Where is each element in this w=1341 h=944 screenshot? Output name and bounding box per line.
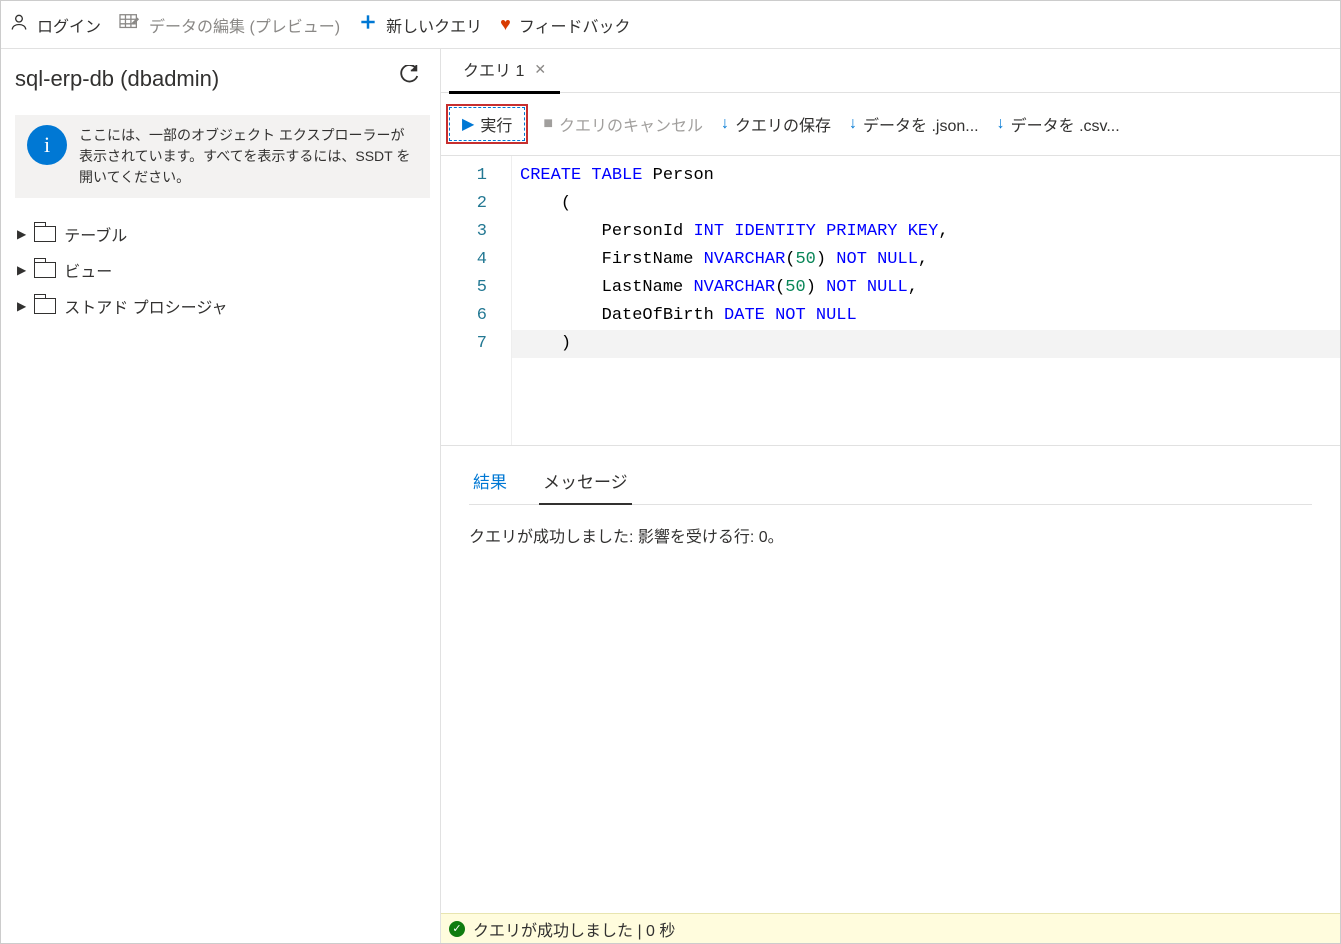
query-tabs: クエリ 1 ✕: [441, 49, 1340, 93]
export-json-button[interactable]: ↓ データを .json...: [849, 112, 979, 136]
code-line[interactable]: FirstName NVARCHAR(50) NOT NULL,: [512, 246, 1340, 274]
user-icon: [9, 12, 29, 37]
caret-right-icon: ▶: [17, 263, 26, 277]
code-line[interactable]: CREATE TABLE Person: [512, 162, 1340, 190]
heart-icon: ♥: [500, 14, 511, 35]
result-message: クエリが成功しました: 影響を受ける行: 0。: [469, 523, 1312, 547]
tree-item-label: テーブル: [64, 222, 127, 246]
cancel-query-button: ■ クエリのキャンセル: [543, 112, 703, 136]
code-line[interactable]: LastName NVARCHAR(50) NOT NULL,: [512, 274, 1340, 302]
tab-query-1[interactable]: クエリ 1 ✕: [449, 47, 560, 94]
tree-item[interactable]: ▶ ビュー: [15, 252, 430, 288]
tab-messages[interactable]: メッセージ: [539, 460, 632, 505]
info-icon: i: [27, 125, 67, 165]
query-action-bar: ▶ 実行 ■ クエリのキャンセル ↓ クエリの保存 ↓ データを .json..…: [441, 93, 1340, 156]
tab-results[interactable]: 結果: [469, 460, 511, 504]
top-toolbar: ログイン データの編集 (プレビュー) 新しいクエリ ♥ フィードバック: [1, 1, 1340, 49]
tree-item[interactable]: ▶ ストアド プロシージャ: [15, 288, 430, 324]
code-line[interactable]: (: [512, 190, 1340, 218]
database-title: sql-erp-db (dbadmin): [15, 66, 219, 92]
object-tree: ▶ テーブル ▶ ビュー ▶ ストアド プロシージャ: [15, 216, 430, 324]
save-label: クエリの保存: [735, 112, 831, 136]
sidebar: sql-erp-db (dbadmin) i ここには、一部のオブジェクト エク…: [1, 49, 441, 943]
code-line[interactable]: PersonId INT IDENTITY PRIMARY KEY,: [512, 218, 1340, 246]
refresh-button[interactable]: [398, 65, 430, 93]
folder-icon: [34, 298, 56, 314]
export-json-label: データを .json...: [863, 112, 979, 136]
download-icon: ↓: [997, 115, 1005, 133]
info-text: ここには、一部のオブジェクト エクスプローラーが表示されています。すべてを表示す…: [79, 125, 418, 188]
run-label: 実行: [480, 112, 512, 136]
sidebar-header: sql-erp-db (dbadmin): [15, 65, 430, 93]
status-bar: ✓ クエリが成功しました | 0 秒: [441, 913, 1340, 943]
cancel-label: クエリのキャンセル: [559, 112, 703, 136]
editor-code[interactable]: CREATE TABLE Person ( PersonId INT IDENT…: [511, 156, 1340, 445]
save-query-button[interactable]: ↓ クエリの保存: [721, 112, 831, 136]
results-pane: 結果 メッセージ クエリが成功しました: 影響を受ける行: 0。: [441, 446, 1340, 913]
sql-editor[interactable]: 1234567 CREATE TABLE Person ( PersonId I…: [441, 156, 1340, 446]
caret-right-icon: ▶: [17, 227, 26, 241]
export-csv-label: データを .csv...: [1011, 112, 1120, 136]
caret-right-icon: ▶: [17, 299, 26, 313]
right-pane: クエリ 1 ✕ ▶ 実行 ■ クエリのキャンセル ↓ クエリの保存 ↓ データを…: [441, 49, 1340, 943]
folder-icon: [34, 226, 56, 242]
tab-label: クエリ 1: [463, 57, 524, 81]
stop-icon: ■: [543, 115, 553, 133]
download-icon: ↓: [721, 115, 729, 133]
code-line[interactable]: DateOfBirth DATE NOT NULL: [512, 302, 1340, 330]
plus-icon: [358, 12, 378, 37]
feedback-button[interactable]: ♥ フィードバック: [500, 13, 630, 37]
edit-data-button[interactable]: データの編集 (プレビュー): [119, 12, 340, 37]
result-tabs: 結果 メッセージ: [469, 460, 1312, 505]
refresh-icon: [398, 70, 420, 92]
edit-data-label: データの編集 (プレビュー): [149, 13, 340, 37]
tree-item-label: ストアド プロシージャ: [64, 294, 227, 318]
tree-item-label: ビュー: [64, 258, 112, 282]
feedback-label: フィードバック: [519, 13, 631, 37]
main-split: sql-erp-db (dbadmin) i ここには、一部のオブジェクト エク…: [1, 49, 1340, 943]
close-icon[interactable]: ✕: [534, 61, 546, 78]
login-button[interactable]: ログイン: [9, 12, 101, 37]
new-query-label: 新しいクエリ: [386, 13, 482, 37]
code-line[interactable]: ): [512, 330, 1340, 358]
new-query-button[interactable]: 新しいクエリ: [358, 12, 482, 37]
tree-item[interactable]: ▶ テーブル: [15, 216, 430, 252]
info-box: i ここには、一部のオブジェクト エクスプローラーが表示されています。すべてを表…: [15, 115, 430, 198]
run-button[interactable]: ▶ 実行: [449, 107, 525, 141]
login-label: ログイン: [37, 13, 101, 37]
grid-edit-icon: [119, 12, 141, 37]
play-icon: ▶: [462, 114, 474, 134]
export-csv-button[interactable]: ↓ データを .csv...: [997, 112, 1120, 136]
editor-gutter: 1234567: [441, 156, 511, 445]
folder-icon: [34, 262, 56, 278]
status-text: クエリが成功しました | 0 秒: [473, 917, 675, 941]
success-check-icon: ✓: [449, 921, 465, 937]
download-icon: ↓: [849, 115, 857, 133]
